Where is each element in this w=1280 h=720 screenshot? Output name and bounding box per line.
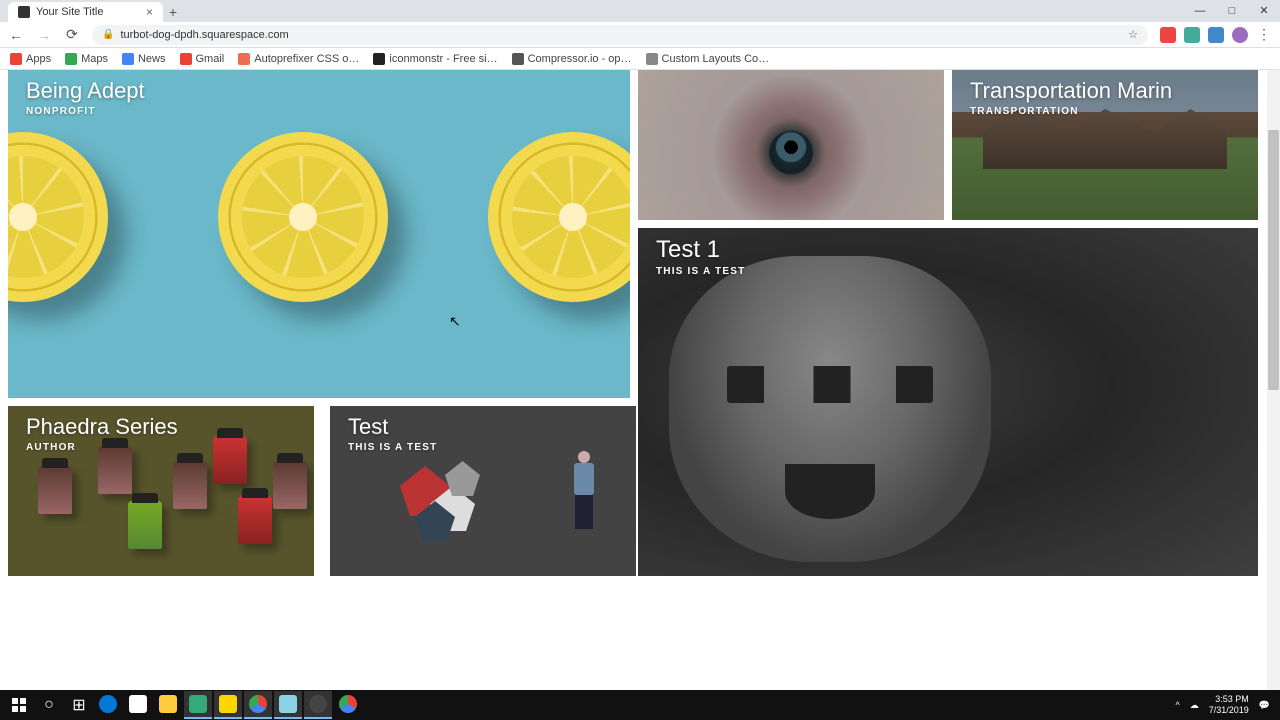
bookmark-item[interactable]: iconmonstr - Free si…	[373, 53, 497, 65]
taskbar-app[interactable]	[214, 691, 242, 719]
back-button[interactable]: ←	[8, 27, 24, 43]
tab-title: Your Site Title	[36, 6, 103, 18]
taskbar-app-explorer[interactable]	[154, 691, 182, 719]
notifications-icon[interactable]: 💬	[1259, 700, 1270, 711]
clock-date: 7/31/2019	[1209, 705, 1249, 716]
taskbar-app[interactable]	[274, 691, 302, 719]
bookmark-item[interactable]: Apps	[10, 53, 51, 65]
jar-image	[238, 496, 272, 544]
jar-image	[38, 466, 72, 514]
lemon-image	[218, 132, 388, 302]
extension-icon[interactable]	[1208, 27, 1224, 43]
jar-image	[273, 461, 307, 509]
forward-button[interactable]: →	[36, 27, 52, 43]
system-tray: ^ ☁ 3:53 PM 7/31/2019 💬	[1176, 694, 1277, 716]
tray-onedrive-icon[interactable]: ☁	[1190, 700, 1199, 711]
scrollbar-thumb[interactable]	[1268, 130, 1279, 390]
taskbar: ○ ⊞ ^ ☁ 3:53 PM 7/31/2019 💬	[0, 690, 1280, 720]
bookmark-label: Custom Layouts Co…	[662, 53, 770, 65]
bookmark-item[interactable]: Autoprefixer CSS o…	[238, 53, 359, 65]
bookmark-label: Compressor.io - op…	[528, 53, 632, 65]
extension-icons: ⋮	[1160, 27, 1272, 43]
card-transportation-marin[interactable]: Transportation Marin TRANSPORTATION	[952, 70, 1258, 220]
card-title: Phaedra Series	[8, 406, 314, 442]
card-eye[interactable]	[638, 70, 944, 220]
page-content: Being Adept NONPROFIT Transportation Mar…	[0, 70, 1280, 690]
window-controls: ― □ ✕	[1184, 0, 1280, 22]
card-subtitle: THIS IS A TEST	[638, 266, 1258, 277]
jar-image	[128, 501, 162, 549]
card-test-1[interactable]: Test 1 THIS IS A TEST	[638, 228, 1258, 576]
omnibox[interactable]: 🔒 turbot-dog-dpdh.squarespace.com ☆	[92, 25, 1148, 45]
bookmark-label: Apps	[26, 53, 51, 65]
address-bar: ← → ⟳ 🔒 turbot-dog-dpdh.squarespace.com …	[0, 22, 1280, 48]
tray-chevron-icon[interactable]: ^	[1176, 700, 1180, 710]
search-button[interactable]: ○	[34, 691, 64, 719]
bookmark-label: News	[138, 53, 166, 65]
card-title: Test	[330, 406, 636, 442]
lemon-image	[8, 132, 108, 302]
extension-icon[interactable]	[1160, 27, 1176, 43]
chrome-menu-button[interactable]: ⋮	[1256, 27, 1272, 43]
card-subtitle: AUTHOR	[8, 442, 314, 453]
task-view-button[interactable]: ⊞	[64, 691, 94, 719]
minimize-button[interactable]: ―	[1184, 0, 1216, 22]
bookmark-label: Maps	[81, 53, 108, 65]
jar-image	[98, 446, 132, 494]
close-tab-button[interactable]: ×	[146, 6, 153, 18]
profile-avatar[interactable]	[1232, 27, 1248, 43]
new-tab-button[interactable]: +	[163, 2, 183, 22]
browser-tab-strip: Your Site Title × + ― □ ✕	[0, 0, 1280, 22]
reload-button[interactable]: ⟳	[64, 27, 80, 43]
face-image	[669, 256, 991, 562]
eye-image	[769, 125, 813, 169]
card-phaedra-series[interactable]: Phaedra Series AUTHOR	[8, 406, 314, 576]
lock-icon: 🔒	[102, 29, 114, 40]
maximize-button[interactable]: □	[1216, 0, 1248, 22]
taskbar-apps	[94, 691, 362, 719]
abstract-image	[390, 456, 510, 556]
person-image	[572, 451, 596, 531]
lemon-image	[488, 132, 630, 302]
bookmark-item[interactable]: News	[122, 53, 166, 65]
card-title: Being Adept	[8, 70, 630, 106]
taskbar-clock[interactable]: 3:53 PM 7/31/2019	[1209, 694, 1249, 716]
favicon-icon	[18, 6, 30, 18]
clock-time: 3:53 PM	[1209, 694, 1249, 705]
card-subtitle: THIS IS A TEST	[330, 442, 636, 453]
card-subtitle: NONPROFIT	[8, 106, 630, 117]
taskbar-app-chrome[interactable]	[244, 691, 272, 719]
card-being-adept[interactable]: Being Adept NONPROFIT	[8, 70, 630, 398]
bookmark-label: Autoprefixer CSS o…	[254, 53, 359, 65]
taskbar-app-edge[interactable]	[94, 691, 122, 719]
card-test[interactable]: Test THIS IS A TEST	[330, 406, 636, 576]
close-window-button[interactable]: ✕	[1248, 0, 1280, 22]
card-title: Transportation Marin	[952, 70, 1258, 106]
extension-icon[interactable]	[1184, 27, 1200, 43]
bookmark-item[interactable]: Maps	[65, 53, 108, 65]
bookmarks-bar: Apps Maps News Gmail Autoprefixer CSS o……	[0, 48, 1280, 70]
start-button[interactable]	[4, 691, 34, 719]
bookmark-item[interactable]: Custom Layouts Co…	[646, 53, 770, 65]
cursor-icon: ↖	[449, 313, 461, 330]
bookmark-star-icon[interactable]: ☆	[1128, 28, 1138, 41]
browser-tab[interactable]: Your Site Title ×	[8, 2, 163, 22]
bookmark-item[interactable]: Compressor.io - op…	[512, 53, 632, 65]
jar-image	[173, 461, 207, 509]
bookmark-label: iconmonstr - Free si…	[389, 53, 497, 65]
taskbar-app-store[interactable]	[124, 691, 152, 719]
url-text: turbot-dog-dpdh.squarespace.com	[120, 29, 1122, 41]
bookmark-item[interactable]: Gmail	[180, 53, 225, 65]
card-subtitle: TRANSPORTATION	[952, 106, 1258, 117]
card-title: Test 1	[638, 228, 1258, 266]
bookmark-label: Gmail	[196, 53, 225, 65]
taskbar-app-chrome[interactable]	[334, 691, 362, 719]
taskbar-app[interactable]	[184, 691, 212, 719]
vertical-scrollbar[interactable]	[1267, 70, 1280, 690]
taskbar-app[interactable]	[304, 691, 332, 719]
